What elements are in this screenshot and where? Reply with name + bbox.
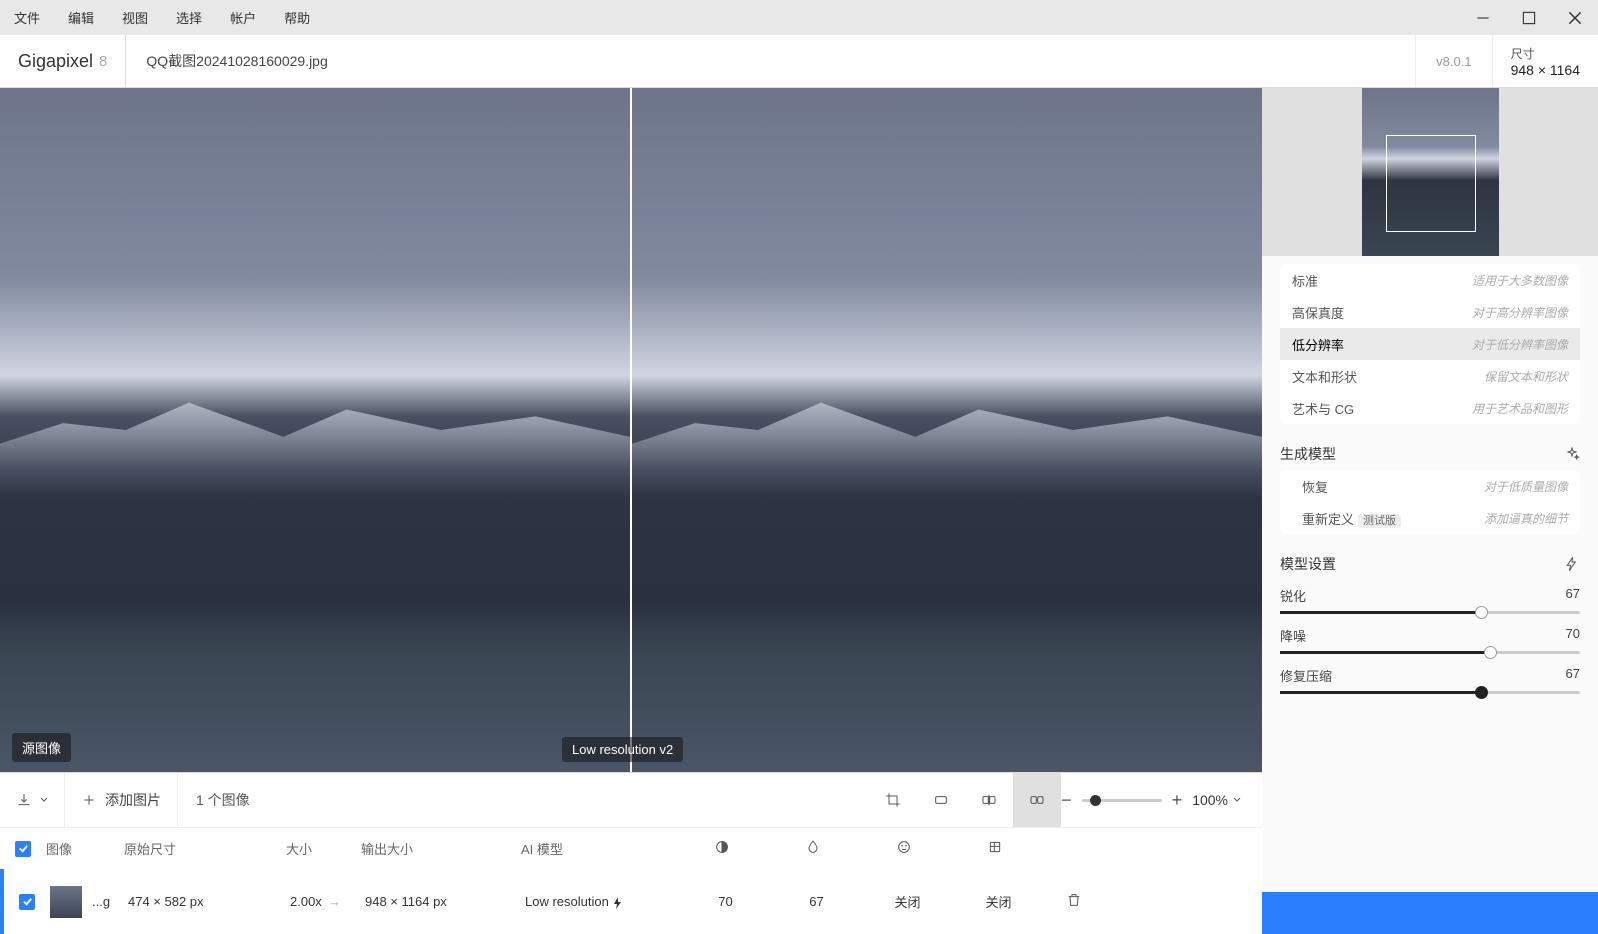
row-orig: 474 × 582 px	[128, 894, 290, 909]
preview-original	[0, 88, 630, 772]
sidebar: 标准适用于大多数图像 高保真度对于高分辨率图像 低分辨率对于低分辨率图像 文本和…	[1262, 88, 1598, 934]
minimize-button[interactable]	[1460, 0, 1506, 35]
process-button[interactable]	[1262, 892, 1598, 934]
col-compress	[949, 839, 1040, 858]
crop-button[interactable]	[869, 773, 917, 828]
source-badge: 源图像	[12, 733, 71, 762]
model-list: 标准适用于大多数图像 高保真度对于高分辨率图像 低分辨率对于低分辨率图像 文本和…	[1280, 264, 1580, 424]
model-hifi[interactable]: 高保真度对于高分辨率图像	[1280, 296, 1580, 328]
row-v1: 70	[680, 894, 771, 909]
view-side-button[interactable]	[1013, 773, 1061, 828]
close-button[interactable]	[1552, 0, 1598, 35]
window-controls	[1460, 0, 1598, 35]
bolt-icon	[612, 897, 624, 909]
model-art[interactable]: 艺术与 CG用于艺术品和图形	[1280, 392, 1580, 424]
zoom-out-button[interactable]: −	[1061, 790, 1072, 811]
delete-icon[interactable]	[1066, 892, 1082, 908]
split-icon	[981, 792, 997, 808]
drop-icon	[805, 839, 821, 855]
view-single-button[interactable]	[917, 773, 965, 828]
dimensions-box: 尺寸 948 × 1164	[1492, 35, 1598, 87]
menu-select[interactable]: 选择	[162, 8, 216, 27]
image-count: 1 个图像	[178, 790, 268, 810]
dimensions-label: 尺寸	[1511, 45, 1580, 62]
col-drop	[767, 839, 858, 858]
slider-denoise[interactable]: 降噪70	[1262, 620, 1598, 660]
menu-edit[interactable]: 编辑	[54, 8, 108, 27]
table-header: 图像 原始尺寸 大小 输出大小 AI 模型	[0, 827, 1262, 869]
add-images-button[interactable]: 添加图片	[65, 773, 177, 828]
model-lowres[interactable]: 低分辨率对于低分辨率图像	[1280, 328, 1580, 360]
model-standard[interactable]: 标准适用于大多数图像	[1280, 264, 1580, 296]
col-size[interactable]: 大小	[286, 839, 361, 858]
select-all-checkbox[interactable]	[15, 841, 31, 857]
gen-restore[interactable]: 恢复对于低质量图像	[1280, 470, 1580, 502]
menu-help[interactable]: 帮助	[270, 8, 324, 27]
menu-bar: 文件 编辑 视图 选择 帐户 帮助	[0, 0, 1598, 35]
slider-compression[interactable]: 修复压缩67	[1262, 660, 1598, 700]
col-contrast	[676, 839, 767, 858]
model-text[interactable]: 文本和形状保留文本和形状	[1280, 360, 1580, 392]
preview-processed	[632, 88, 1262, 772]
contrast-icon	[714, 839, 730, 855]
zoom-dropdown[interactable]: 100%	[1192, 792, 1242, 808]
col-face	[858, 839, 949, 858]
toolbar: 添加图片 1 个图像 − + 100%	[0, 772, 1262, 827]
col-out[interactable]: 输出大小	[361, 839, 521, 858]
row-name: ...g	[92, 894, 110, 909]
sparkle-icon[interactable]	[1564, 446, 1580, 462]
row-scale: 2.00x→	[290, 894, 365, 909]
menu-file[interactable]: 文件	[0, 8, 54, 27]
menu-account[interactable]: 帐户	[216, 8, 270, 27]
row-s1: 关闭	[862, 892, 953, 911]
add-images-label: 添加图片	[105, 790, 161, 810]
row-thumbnail	[50, 886, 82, 918]
row-checkbox[interactable]	[19, 894, 35, 910]
app-major: 8	[99, 53, 107, 70]
bolt-icon[interactable]	[1564, 556, 1580, 572]
preview-pane[interactable]: 源图像 Low resolution v2	[0, 88, 1262, 772]
rectangle-icon	[933, 792, 949, 808]
minimap[interactable]	[1262, 88, 1598, 256]
view-split-button[interactable]	[965, 773, 1013, 828]
smile-icon	[896, 839, 912, 855]
gen-list: 恢复对于低质量图像 重新定义测试版添加逼真的细节	[1280, 470, 1580, 534]
col-model[interactable]: AI 模型	[521, 839, 676, 858]
row-s2: 关闭	[953, 892, 1044, 911]
chevron-down-icon	[1232, 795, 1242, 805]
zoom-in-button[interactable]: +	[1172, 790, 1183, 811]
current-file: QQ截图20241028160029.jpg	[126, 51, 347, 71]
settings-header: 模型设置	[1262, 542, 1598, 580]
plus-icon	[81, 792, 97, 808]
row-out: 948 × 1164 px	[365, 894, 525, 909]
gen-header: 生成模型	[1262, 432, 1598, 470]
version-tag: v8.0.1	[1415, 35, 1491, 87]
table-row[interactable]: ...g 474 × 582 px 2.00x→ 948 × 1164 px L…	[0, 869, 1262, 934]
col-image[interactable]: 图像	[46, 839, 124, 858]
zoom-slider[interactable]	[1082, 799, 1162, 802]
app-title: Gigapixel 8	[0, 35, 126, 87]
slider-sharpen[interactable]: 锐化67	[1262, 580, 1598, 620]
menu-view[interactable]: 视图	[108, 8, 162, 27]
compress-icon	[987, 839, 1003, 855]
maximize-button[interactable]	[1506, 0, 1552, 35]
app-name: Gigapixel	[18, 51, 93, 72]
col-orig[interactable]: 原始尺寸	[124, 839, 286, 858]
chevron-down-icon	[40, 796, 48, 804]
download-menu[interactable]	[0, 773, 64, 828]
dimensions-value: 948 × 1164	[1511, 62, 1580, 78]
side-by-side-icon	[1029, 792, 1045, 808]
header-bar: Gigapixel 8 QQ截图20241028160029.jpg v8.0.…	[0, 35, 1598, 88]
crop-icon	[885, 792, 901, 808]
model-badge: Low resolution v2	[562, 737, 683, 762]
gen-redefine[interactable]: 重新定义测试版添加逼真的细节	[1280, 502, 1580, 534]
row-v2: 67	[771, 894, 862, 909]
download-icon	[16, 792, 32, 808]
row-model: Low resolution	[525, 894, 680, 909]
